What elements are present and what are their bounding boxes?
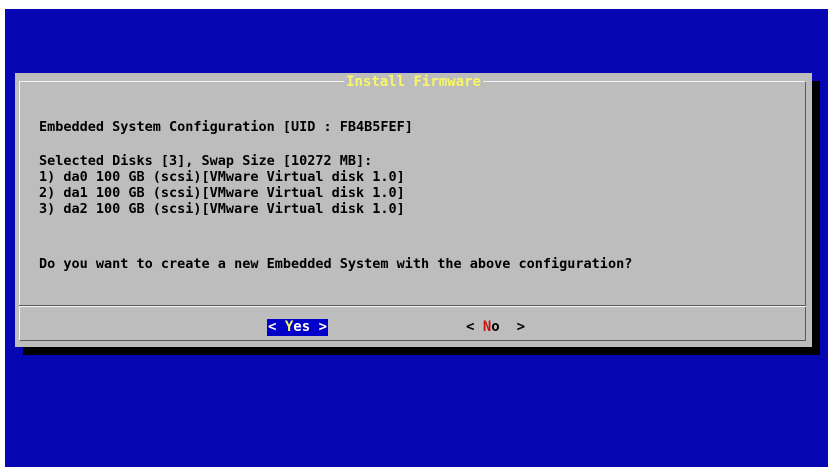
confirm-question: Do you want to create a new Embedded Sys… xyxy=(39,256,633,272)
no-label-rest: o xyxy=(491,319,500,335)
disk-line: 2) da1 100 GB (scsi)[VMware Virtual disk… xyxy=(39,185,405,201)
install-firmware-dialog: Install Firmware Embedded System Configu… xyxy=(15,73,812,347)
no-open-bracket: < xyxy=(466,319,483,335)
no-close-bracket: > xyxy=(499,319,526,335)
yes-button[interactable]: < Yes > xyxy=(267,319,329,336)
dialog-shadow-bottom xyxy=(23,347,820,355)
configuration-heading: Embedded System Configuration [UID : FB4… xyxy=(39,119,413,135)
dialog-title-bar: Install Firmware xyxy=(15,73,812,90)
dialog-title: Install Firmware xyxy=(344,74,483,90)
no-button[interactable]: < No > xyxy=(466,319,525,336)
yes-open-bracket: < xyxy=(268,319,285,335)
yes-close-bracket: > xyxy=(310,319,328,335)
disks-summary: Selected Disks [3], Swap Size [10272 MB]… xyxy=(39,153,373,169)
disk-line: 1) da0 100 GB (scsi)[VMware Virtual disk… xyxy=(39,169,405,185)
disk-line: 3) da2 100 GB (scsi)[VMware Virtual disk… xyxy=(39,201,405,217)
dialog-shadow-right xyxy=(812,81,820,355)
yes-label-rest: es xyxy=(293,319,311,335)
button-separator xyxy=(19,305,806,307)
